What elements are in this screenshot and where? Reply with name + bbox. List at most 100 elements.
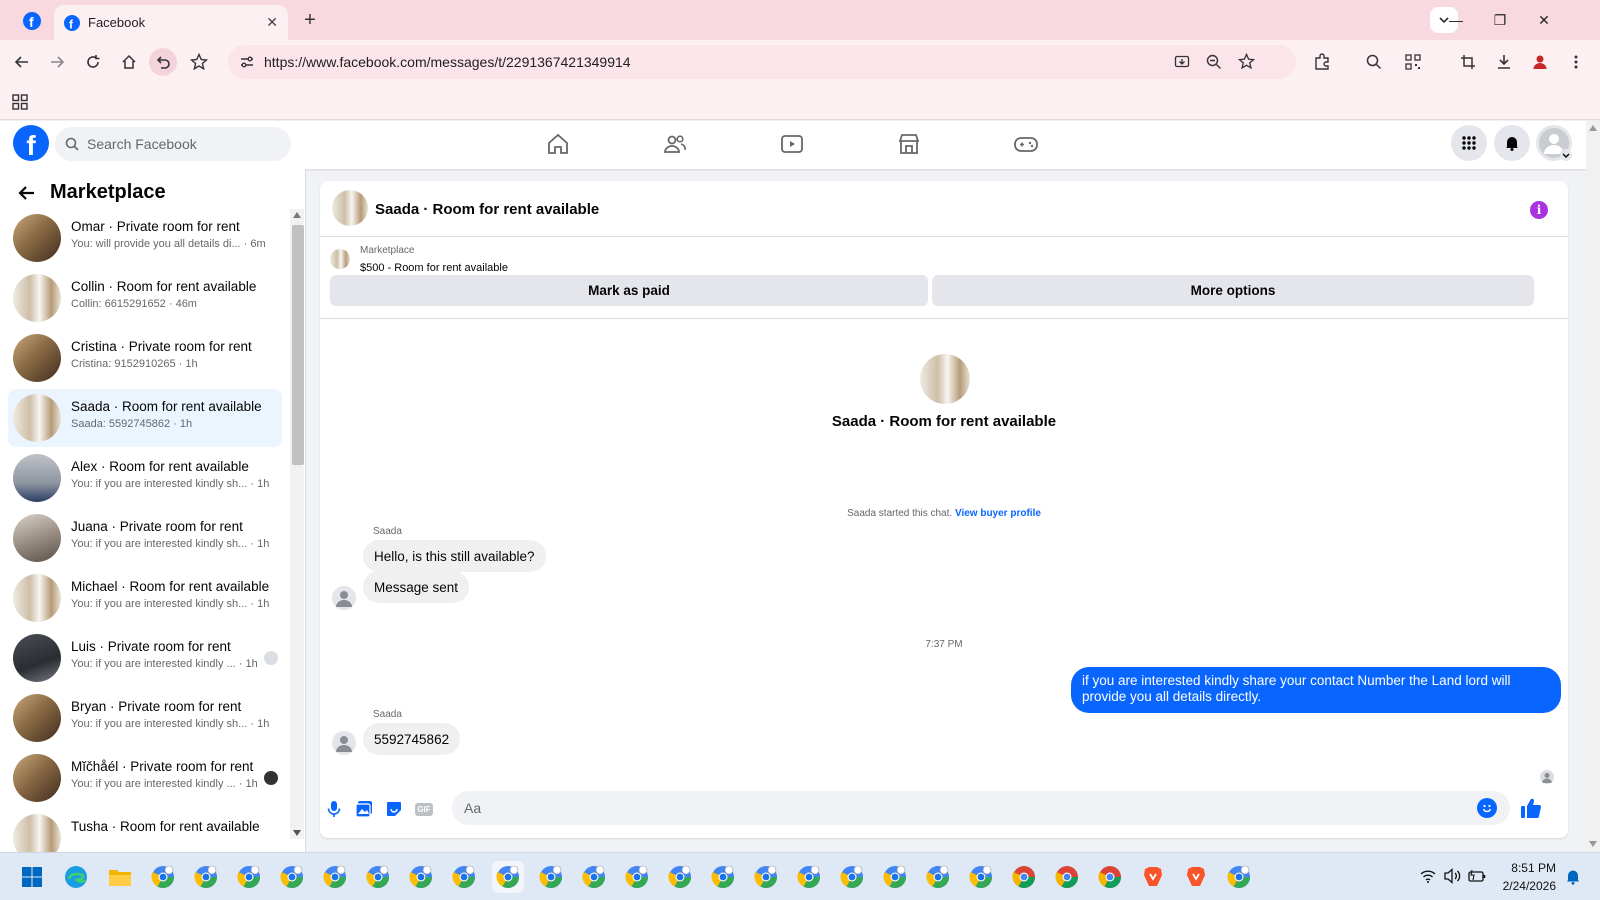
nav-home[interactable] [538,127,578,161]
browser-profile-taskbar-icon[interactable] [793,861,825,893]
zoom-out-icon[interactable] [1206,54,1222,70]
facebook-logo[interactable]: f [13,125,49,161]
browser-profile-taskbar-icon[interactable] [276,861,308,893]
browser-profile-taskbar-icon[interactable] [448,861,480,893]
downloads-button[interactable] [1490,48,1518,76]
sender-avatar[interactable] [332,731,356,755]
scroll-down-icon[interactable] [293,830,301,836]
conversation-item[interactable]: Tusha · Room for rent available [8,809,282,852]
conversation-item[interactable]: Luis · Private room for rent You: if you … [8,629,282,687]
arrow-left-icon[interactable] [18,184,36,202]
browser-profile-taskbar-icon[interactable] [1094,861,1126,893]
message-bubble[interactable]: Hello, is this still available? [363,540,546,572]
browser-profile-taskbar-icon[interactable] [707,861,739,893]
home-button[interactable] [115,48,143,76]
nav-friends[interactable] [655,127,695,161]
active-tab[interactable]: f Facebook ✕ [54,5,288,40]
message-input[interactable] [452,791,1510,825]
browser-profile-taskbar-icon[interactable] [965,861,997,893]
scroll-down-icon[interactable] [1589,841,1597,847]
sender-avatar[interactable] [332,586,356,610]
facebook-search[interactable]: Search Facebook [55,127,291,161]
browser-profile-taskbar-icon[interactable] [1223,861,1255,893]
pinned-facebook-tab[interactable]: f [12,6,52,36]
browser-profile-taskbar-icon[interactable] [1137,861,1169,893]
browser-profile-taskbar-icon[interactable] [750,861,782,893]
browser-profile-taskbar-icon[interactable] [1180,861,1212,893]
conversation-item[interactable]: Mĭčhåél · Private room for rent You: if y… [8,749,282,807]
qr-code-button[interactable] [1399,48,1427,76]
close-tab-icon[interactable]: ✕ [266,14,278,31]
address-bar[interactable]: https://www.facebook.com/messages/t/2291… [228,45,1296,79]
edge-taskbar-icon[interactable] [60,861,92,893]
close-window-button[interactable]: ✕ [1524,6,1564,34]
chat-title[interactable]: Saada · Room for rent available [375,201,599,218]
scrollbar-thumb[interactable] [292,225,304,465]
clock-time[interactable]: 8:51 PM [1476,861,1556,875]
listing-thumbnail[interactable] [330,249,350,269]
menu-button[interactable] [1451,125,1487,161]
page-scrollbar[interactable] [1586,121,1600,852]
scroll-up-icon[interactable] [293,212,301,218]
send-like-button[interactable] [1518,795,1544,821]
browser-profile-taskbar-icon[interactable] [664,861,696,893]
extensions-button[interactable] [1308,48,1336,76]
browser-profile-taskbar-icon[interactable] [190,861,222,893]
apps-grid-icon[interactable] [12,94,28,110]
browser-profile-taskbar-icon[interactable] [1008,861,1040,893]
notification-bell-icon[interactable] [1566,869,1580,885]
conversation-item[interactable]: Alex · Room for rent available You: if yo… [8,449,282,507]
minimize-button[interactable]: — [1436,6,1476,34]
browser-profile-taskbar-icon[interactable] [578,861,610,893]
browser-profile-taskbar-icon[interactable] [233,861,265,893]
browser-profile-taskbar-icon[interactable] [1051,861,1083,893]
volume-icon[interactable] [1444,868,1462,884]
conversation-item[interactable]: Omar · Private room for rent You: will pr… [8,209,282,267]
conversation-item[interactable]: Saada · Room for rent available Saada: 55… [8,389,282,447]
message-bubble[interactable]: 5592745862 [363,723,461,755]
undo-button[interactable] [149,48,177,76]
scroll-up-icon[interactable] [1589,125,1597,131]
browser-profile-taskbar-icon[interactable] [147,861,179,893]
forward-button[interactable] [43,48,71,76]
browser-profile-taskbar-icon[interactable] [621,861,653,893]
mark-as-paid-button[interactable]: Mark as paid [330,275,928,306]
browser-profile-taskbar-icon[interactable] [362,861,394,893]
wifi-icon[interactable] [1420,869,1436,883]
clock-date[interactable]: 2/24/2026 [1476,879,1556,893]
gif-button[interactable]: GIF [412,797,436,821]
voice-clip-button[interactable] [322,797,346,821]
browser-profile-taskbar-icon[interactable] [879,861,911,893]
bookmark-star-icon[interactable] [1238,53,1255,70]
sticker-button[interactable] [382,797,406,821]
nav-video[interactable] [772,127,812,161]
file-explorer-taskbar-icon[interactable] [104,861,136,893]
conversation-item[interactable]: Bryan · Private room for rent You: if you… [8,689,282,747]
profile-button[interactable] [1526,48,1554,76]
info-icon[interactable]: i [1530,201,1548,219]
more-options-button[interactable]: More options [932,275,1534,306]
browser-profile-taskbar-icon[interactable] [836,861,868,893]
browser-menu-button[interactable] [1562,48,1590,76]
conversation-item[interactable]: Michael · Room for rent available You: if… [8,569,282,627]
notifications-button[interactable] [1494,125,1530,161]
browser-profile-taskbar-icon[interactable] [492,861,524,893]
conversation-item[interactable]: Collin · Room for rent available Collin: … [8,269,282,327]
nav-marketplace[interactable] [889,127,929,161]
browser-profile-taskbar-icon[interactable] [922,861,954,893]
message-bubble[interactable]: Message sent [363,571,470,603]
site-settings-icon[interactable] [240,55,254,69]
conversation-item[interactable]: Cristina · Private room for rent Cristina… [8,329,282,387]
back-button[interactable] [8,48,36,76]
start-button[interactable] [16,861,48,893]
reload-button[interactable] [79,48,107,76]
new-tab-button[interactable]: + [296,8,324,32]
emoji-button[interactable] [1477,798,1497,818]
listing-price[interactable]: $500 - Room for rent available [360,262,508,274]
view-buyer-profile-link[interactable]: View buyer profile [955,508,1041,519]
nav-gaming[interactable] [1006,127,1046,161]
conversation-item[interactable]: Juana · Private room for rent You: if you… [8,509,282,567]
browser-profile-taskbar-icon[interactable] [319,861,351,893]
install-app-icon[interactable] [1174,54,1190,70]
browser-profile-taskbar-icon[interactable] [535,861,567,893]
